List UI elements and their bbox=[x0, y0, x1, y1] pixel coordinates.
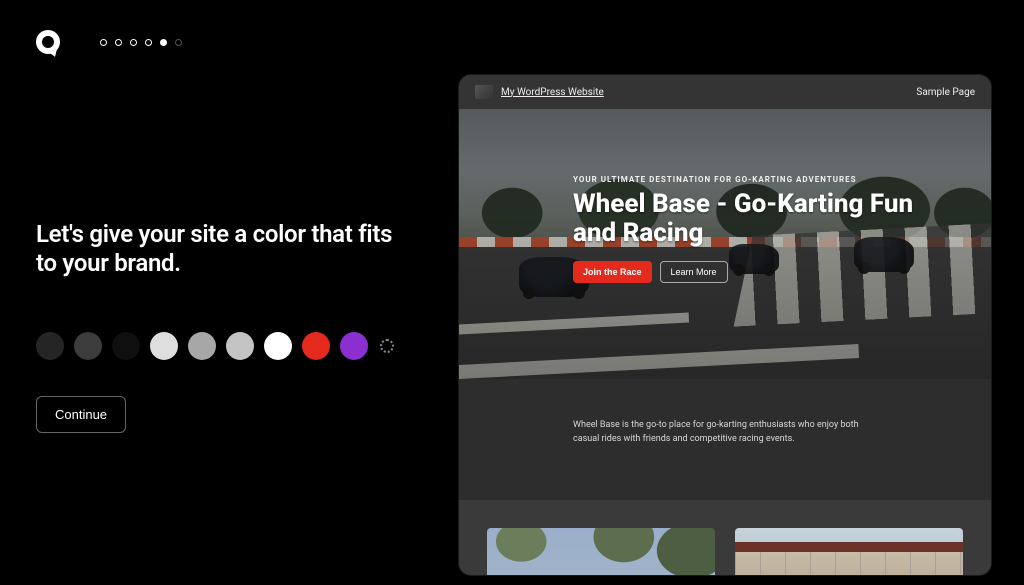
step-dot-1 bbox=[100, 39, 107, 46]
preview-description: Wheel Base is the go-to place for go-kar… bbox=[459, 379, 991, 500]
step-dot-2 bbox=[115, 39, 122, 46]
site-preview: My WordPress Website Sample Page YOUR UL… bbox=[459, 75, 991, 575]
continue-button[interactable]: Continue bbox=[36, 396, 126, 433]
preview-header: My WordPress Website Sample Page bbox=[459, 75, 991, 109]
page-headline: Let's give your site a color that fits t… bbox=[36, 220, 416, 278]
preview-tiles bbox=[459, 500, 991, 575]
step-dot-3 bbox=[130, 39, 137, 46]
loading-icon bbox=[380, 339, 394, 353]
color-swatch-red[interactable] bbox=[302, 332, 330, 360]
color-swatch-silver[interactable] bbox=[226, 332, 254, 360]
preview-tile-helmet bbox=[487, 528, 715, 575]
hero-primary-button[interactable]: Join the Race bbox=[573, 261, 652, 283]
step-dot-4 bbox=[145, 39, 152, 46]
color-swatches bbox=[36, 332, 416, 360]
hero-title: Wheel Base - Go-Karting Fun and Racing bbox=[573, 190, 961, 247]
brand-logo bbox=[36, 30, 60, 54]
color-swatch-dark-gray[interactable] bbox=[74, 332, 102, 360]
hero-secondary-button[interactable]: Learn More bbox=[660, 261, 728, 283]
preview-tile-building bbox=[735, 528, 963, 575]
preview-site-logo bbox=[475, 85, 493, 99]
preview-site-title[interactable]: My WordPress Website bbox=[501, 87, 604, 98]
color-swatch-charcoal[interactable] bbox=[36, 332, 64, 360]
color-swatch-purple[interactable] bbox=[340, 332, 368, 360]
color-swatch-light-gray[interactable] bbox=[150, 332, 178, 360]
progress-steps bbox=[100, 39, 182, 46]
preview-nav-link[interactable]: Sample Page bbox=[916, 87, 975, 98]
step-dot-6 bbox=[175, 39, 182, 46]
preview-hero: YOUR ULTIMATE DESTINATION FOR GO-KARTING… bbox=[459, 109, 991, 379]
hero-eyebrow: YOUR ULTIMATE DESTINATION FOR GO-KARTING… bbox=[573, 175, 961, 184]
color-swatch-gray[interactable] bbox=[188, 332, 216, 360]
color-swatch-white[interactable] bbox=[264, 332, 292, 360]
color-swatch-black[interactable] bbox=[112, 332, 140, 360]
step-dot-5 bbox=[160, 39, 167, 46]
